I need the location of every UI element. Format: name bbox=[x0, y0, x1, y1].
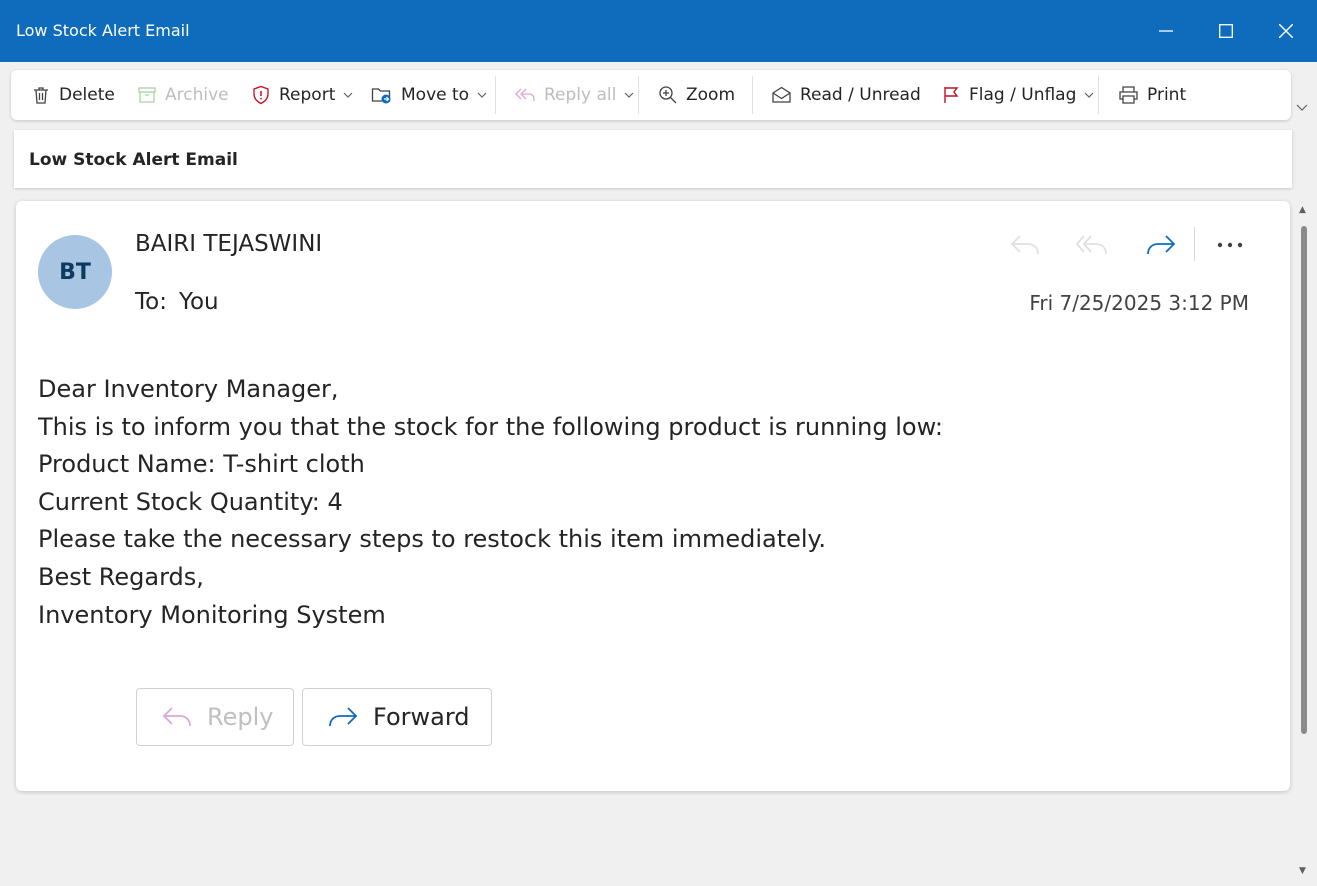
forward-icon bbox=[329, 707, 358, 727]
report-button[interactable]: Report bbox=[251, 70, 353, 120]
delete-button[interactable]: Delete bbox=[31, 70, 115, 120]
flag-icon bbox=[944, 87, 959, 103]
to-label: To: bbox=[135, 289, 167, 315]
read-unread-label: Read / Unread bbox=[800, 85, 921, 105]
avatar: BT bbox=[38, 235, 112, 309]
reply-icon bbox=[1010, 235, 1039, 255]
reply-all-action[interactable] bbox=[1073, 227, 1113, 263]
body-line: Product Name: T-shirt cloth bbox=[38, 450, 365, 479]
forward-button[interactable]: Forward bbox=[302, 688, 492, 746]
print-button[interactable]: Print bbox=[1118, 70, 1186, 120]
move-folder-icon bbox=[371, 88, 391, 104]
chevron-down-icon bbox=[343, 92, 353, 98]
email-subject: Low Stock Alert Email bbox=[29, 150, 238, 170]
chevron-down-icon bbox=[477, 92, 487, 98]
move-to-label: Move to bbox=[401, 85, 470, 105]
scroll-down-arrow-icon[interactable]: ▼ bbox=[1299, 866, 1306, 876]
window-title: Low Stock Alert Email bbox=[16, 21, 190, 40]
flag-unflag-button[interactable]: Flag / Unflag bbox=[941, 70, 1094, 120]
close-button[interactable] bbox=[1256, 0, 1316, 62]
reply-button[interactable]: Reply bbox=[136, 688, 294, 746]
subject-bar: Low Stock Alert Email bbox=[14, 130, 1292, 188]
sender-name: BAIRI TEJASWINI bbox=[135, 231, 323, 257]
body-line: Please take the necessary steps to resto… bbox=[38, 525, 826, 554]
body-line: Inventory Monitoring System bbox=[38, 600, 386, 629]
close-icon bbox=[1279, 24, 1293, 38]
move-to-button[interactable]: Move to bbox=[371, 70, 487, 120]
print-label: Print bbox=[1147, 85, 1187, 105]
archive-label: Archive bbox=[165, 85, 229, 105]
printer-icon bbox=[1119, 86, 1138, 104]
more-icon bbox=[1217, 242, 1243, 248]
command-toolbar: Delete Archive Report Move to Reply all bbox=[11, 70, 1291, 120]
title-bar: Low Stock Alert Email bbox=[0, 0, 1317, 62]
minimize-button[interactable] bbox=[1136, 0, 1196, 62]
reply-all-button[interactable]: Reply all bbox=[514, 70, 634, 120]
scroll-up-arrow-icon[interactable]: ▲ bbox=[1299, 205, 1306, 215]
zoom-button[interactable]: Zoom bbox=[658, 70, 735, 120]
recipient-line: To: You bbox=[135, 289, 219, 315]
message-body: Dear Inventory Manager, This is to infor… bbox=[38, 371, 943, 634]
maximize-button[interactable] bbox=[1196, 0, 1256, 62]
minimize-icon bbox=[1159, 30, 1173, 32]
body-line: Best Regards, bbox=[38, 562, 204, 591]
body-line: Current Stock Quantity: 4 bbox=[38, 487, 343, 516]
delete-label: Delete bbox=[59, 85, 115, 105]
archive-button[interactable]: Archive bbox=[137, 70, 229, 120]
to-value: You bbox=[178, 289, 219, 315]
header-divider bbox=[1194, 227, 1195, 261]
flag-unflag-label: Flag / Unflag bbox=[969, 85, 1077, 105]
reply-all-label: Reply all bbox=[544, 85, 617, 105]
toolbar-divider bbox=[638, 76, 639, 114]
report-label: Report bbox=[279, 85, 336, 105]
forward-icon bbox=[1147, 235, 1176, 255]
maximize-icon bbox=[1219, 24, 1233, 38]
archive-icon bbox=[138, 87, 156, 103]
forward-action[interactable] bbox=[1140, 227, 1180, 263]
zoom-icon bbox=[659, 86, 677, 104]
sent-date: Fri 7/25/2025 3:12 PM bbox=[1029, 291, 1249, 315]
read-unread-button[interactable]: Read / Unread bbox=[771, 70, 921, 120]
reply-action[interactable] bbox=[1006, 227, 1046, 263]
reply-label: Reply bbox=[207, 703, 274, 731]
reply-icon bbox=[162, 707, 191, 727]
more-actions-button[interactable] bbox=[1210, 227, 1250, 263]
body-line: This is to inform you that the stock for… bbox=[38, 412, 943, 441]
report-shield-icon bbox=[253, 85, 269, 105]
toolbar-expand-chevron-icon[interactable] bbox=[1295, 100, 1309, 114]
chevron-down-icon bbox=[1084, 92, 1094, 98]
forward-label: Forward bbox=[373, 703, 470, 731]
toolbar-divider bbox=[1098, 76, 1099, 114]
body-line: Dear Inventory Manager, bbox=[38, 375, 339, 403]
message-card: BT BAIRI TEJASWINI To: You Fri 7/25/2025 … bbox=[16, 201, 1290, 791]
zoom-label: Zoom bbox=[686, 85, 736, 105]
reply-all-icon bbox=[1075, 235, 1107, 255]
trash-icon bbox=[34, 87, 48, 104]
chevron-down-icon bbox=[624, 92, 634, 98]
scrollbar-thumb[interactable] bbox=[1301, 226, 1307, 734]
envelope-open-icon bbox=[772, 86, 791, 103]
reply-all-icon bbox=[515, 88, 535, 101]
toolbar-divider bbox=[495, 76, 496, 114]
toolbar-divider bbox=[752, 76, 753, 114]
